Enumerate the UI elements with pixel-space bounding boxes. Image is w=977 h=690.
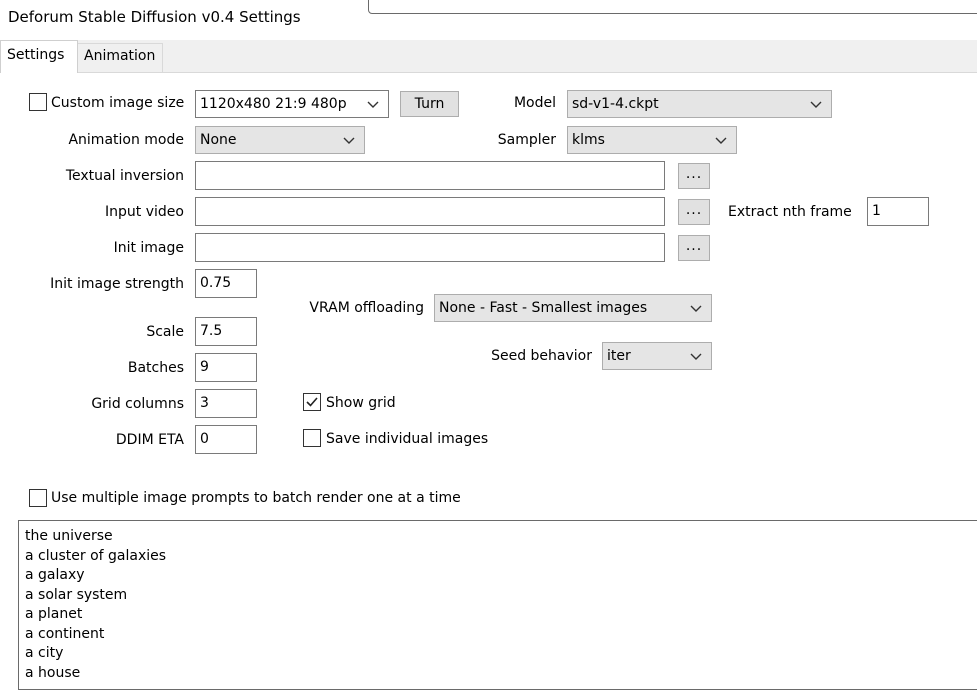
turn-button[interactable]: Turn: [400, 91, 459, 117]
prompt-line: a galaxy: [25, 567, 85, 583]
extract-nth-frame-input[interactable]: 1: [867, 197, 929, 226]
extract-nth-frame-label: Extract nth frame: [728, 204, 852, 220]
prompt-line: a continent: [25, 625, 105, 642]
sampler-label: Sampler: [497, 132, 556, 148]
custom-image-size-checkbox[interactable]: [29, 93, 47, 111]
chevron-down-icon: [690, 353, 702, 360]
save-individual-images-checkbox[interactable]: [303, 429, 321, 447]
scale-label: Scale: [146, 324, 184, 340]
grid-columns-label: Grid columns: [91, 396, 184, 412]
init-image-strength-label: Init image strength: [50, 276, 184, 292]
batches-input[interactable]: 9: [195, 353, 257, 382]
tab-divider: [0, 72, 977, 73]
vram-offloading-value: None - Fast - Smallest images: [439, 300, 648, 316]
image-size-value: 1120x480 21:9 480p: [200, 96, 347, 112]
sampler-select[interactable]: klms: [567, 126, 737, 154]
init-image-input[interactable]: [195, 233, 665, 262]
seed-behavior-label: Seed behavior: [491, 348, 592, 364]
multiple-prompts-label: Use multiple image prompts to batch rend…: [51, 490, 461, 506]
chevron-down-icon: [343, 137, 355, 144]
animation-mode-label: Animation mode: [68, 132, 184, 148]
multiple-prompts-checkbox[interactable]: [29, 489, 47, 507]
prompt-line: a house: [25, 664, 81, 681]
scale-input[interactable]: 7.5: [195, 317, 257, 346]
prompt-line: a cluster of galaxies: [25, 547, 167, 564]
checkmark-icon: [306, 397, 318, 407]
prompt-line: the universe: [25, 528, 113, 544]
custom-image-size-label: Custom image size: [51, 95, 185, 111]
textual-inversion-label: Textual inversion: [65, 168, 184, 184]
tab-settings[interactable]: Settings: [0, 40, 78, 73]
init-image-strength-input[interactable]: 0.75: [195, 269, 257, 298]
input-video-label: Input video: [105, 204, 184, 220]
model-label: Model: [513, 95, 556, 111]
prompts-textarea[interactable]: the universe a cluster of galaxies a gal…: [18, 520, 977, 690]
top-panel-frame: [368, 0, 977, 14]
model-value: sd-v1-4.ckpt: [572, 96, 659, 112]
vram-offloading-label: VRAM offloading: [309, 300, 424, 316]
textual-inversion-input[interactable]: [195, 161, 665, 190]
tab-animation[interactable]: Animation: [77, 43, 163, 72]
chevron-down-icon: [810, 101, 822, 108]
image-size-select[interactable]: 1120x480 21:9 480p: [195, 90, 389, 118]
animation-mode-value: None: [200, 132, 237, 148]
show-grid-checkbox[interactable]: [303, 393, 321, 411]
model-select[interactable]: sd-v1-4.ckpt: [567, 90, 832, 118]
chevron-down-icon: [690, 305, 702, 312]
seed-behavior-select[interactable]: iter: [602, 342, 712, 370]
batches-label: Batches: [127, 360, 184, 376]
sampler-value: klms: [572, 132, 605, 148]
window-title: Deforum Stable Diffusion v0.4 Settings: [8, 8, 301, 26]
init-image-browse-button[interactable]: ...: [678, 235, 710, 261]
input-video-browse-button[interactable]: ...: [678, 199, 710, 225]
chevron-down-icon: [367, 101, 379, 108]
prompt-line: a planet: [25, 606, 83, 622]
save-individual-images-label: Save individual images: [326, 431, 489, 447]
prompt-line: a city: [25, 645, 64, 661]
vram-offloading-select[interactable]: None - Fast - Smallest images: [434, 294, 712, 322]
show-grid-label: Show grid: [326, 395, 396, 411]
prompt-line: a solar system: [25, 586, 128, 603]
chevron-down-icon: [715, 137, 727, 144]
textual-inversion-browse-button[interactable]: ...: [678, 163, 710, 189]
grid-columns-input[interactable]: 3: [195, 389, 257, 418]
ddim-eta-input[interactable]: 0: [195, 425, 257, 454]
input-video-input[interactable]: [195, 197, 665, 226]
seed-behavior-value: iter: [607, 348, 631, 364]
init-image-label: Init image: [113, 240, 184, 256]
ddim-eta-label: DDIM ETA: [115, 432, 184, 448]
animation-mode-select[interactable]: None: [195, 126, 365, 154]
